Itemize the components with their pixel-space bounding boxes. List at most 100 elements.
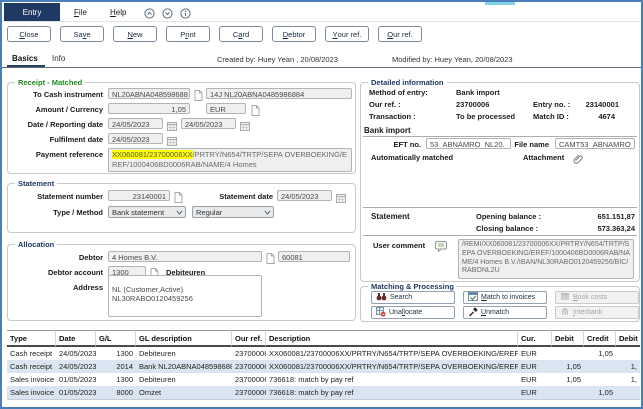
unmatch-icon [468,307,478,319]
column-header[interactable]: GL description [136,330,232,347]
receipt-matched-group-title: Receipt - Matched [15,78,85,87]
cell [552,347,584,360]
document-lookup-icon[interactable] [251,103,260,121]
save-button[interactable]: Save [60,26,104,42]
cell: 23700006 [232,347,266,360]
statement-date-field[interactable]: 24/05/2023 [277,190,332,201]
paperclip-icon[interactable] [573,152,584,170]
method-of-entry-label: Method of entry: [369,88,428,97]
table-row[interactable]: Cash receipt 24/05/2023 1300 Debiteuren … [7,347,640,360]
allocation-group: Allocation Debtor 4 Homes B.V. 60081 Deb… [7,244,356,321]
cell: 1, [616,360,640,373]
cell: XX060081/23700006XX/PRTRY/N654/TRTP/SEPA… [266,347,518,360]
cell: 1,05 [584,386,616,399]
menu-file[interactable]: File [74,3,87,21]
transactions-table: Type Date G/L GL description Our ref. De… [7,330,640,400]
statement-method-select[interactable]: Regular [192,206,274,218]
divider [363,136,637,137]
cell: 736618: match by pay ref [266,373,518,386]
card-button[interactable]: Card [219,26,263,42]
our-ref-value: 23700006 [456,100,489,109]
address-line-1: NL (Customer,Active) [112,285,258,294]
cell [616,347,640,360]
menubar: Entry File Help [2,2,641,22]
our-ref-button[interactable]: Our ref. [378,26,422,42]
reporting-date-field[interactable]: 24/05/2023 [181,118,236,129]
column-header[interactable]: G/L [96,330,136,347]
tab-info[interactable]: Info [52,54,65,63]
column-header[interactable]: Description [266,330,518,347]
payment-reference-field[interactable]: XX060081/23700006XX/PRTRY/N654/TRTP/SEPA… [108,148,352,172]
column-header[interactable]: Credit [584,330,616,347]
amount-field[interactable]: 1,05 [108,103,190,114]
document-lookup-icon[interactable] [194,88,203,106]
info-circle-icon[interactable] [180,6,191,24]
book-costs-button: Book costs [555,291,639,304]
unmatch-button[interactable]: Unmatch [463,306,547,319]
cell: 1,05 [584,347,616,360]
cell: Sales invoice [7,373,56,386]
search-button[interactable]: Search [371,291,455,304]
modified-by-text: Modified by: Huey Yean, 20/08/2023 [392,55,513,64]
user-comment-field[interactable]: /REMI/XX060081/23700006XX/PRTRY/N654/TRT… [458,239,634,279]
debtor-account-label: Debtor account [8,268,103,277]
column-header[interactable]: Date [56,330,96,347]
closing-balance-value: 573.363,24 [561,224,635,233]
address-field[interactable]: NL (Customer,Active) NL30RABO0120459256 [108,275,262,317]
table-row[interactable]: Sales invoice 01/05/2023 8000 Omzet 2370… [7,386,640,399]
unallocate-button[interactable]: Unallocate [371,306,455,319]
cell: Cash receipt [7,347,56,360]
table-row[interactable]: Cash receipt 24/05/2023 2014 Bank NL20AB… [7,360,640,373]
method-of-entry-value: Bank import [456,88,500,97]
chevron-up-circle-icon[interactable] [144,6,155,24]
cell: EUR [518,373,552,386]
column-header[interactable]: Cur. [518,330,552,347]
our-ref-label: Our ref. : [369,100,401,109]
table-row[interactable]: Sales invoice 01/05/2023 1300 Debiteuren… [7,373,640,386]
tab-basics[interactable]: Basics [12,54,38,63]
address-line-2: NL30RABO0120459256 [112,294,258,303]
debtor-field[interactable]: 4 Homes B.V. [108,251,262,262]
statement-section-label: Statement [371,212,410,221]
column-header[interactable]: Type [7,330,56,347]
cell: 01/05/2023 [56,373,96,386]
user-comment-label: User comment [373,241,425,250]
cash-instrument-field[interactable]: NL20ABNA048598688 [108,88,190,99]
cell: 736618: match by pay ref [266,386,518,399]
statement-type-value: Bank statement [112,208,164,217]
cell: XX060081/23700006XX/PRTRY/N654/TRTP/SEPA… [266,360,518,373]
detailed-information-group: Detailed information Method of entry: Ba… [360,82,640,282]
column-header[interactable]: Debit [552,330,584,347]
cell [584,360,616,373]
new-button[interactable]: New [113,26,157,42]
menu-entry[interactable]: Entry [4,3,60,21]
matching-processing-group-title: Matching & Processing [368,282,457,291]
statement-group-title: Statement [15,179,57,188]
currency-field[interactable]: EUR [206,103,246,114]
fulfilment-date-field[interactable]: 24/05/2023 [108,133,163,144]
calendar-icon[interactable] [240,118,250,136]
menu-help[interactable]: Help [110,3,126,21]
print-button[interactable]: Print [166,26,210,42]
column-header[interactable]: Debit ( [616,330,640,347]
chevron-down-circle-icon[interactable] [162,6,173,24]
book-costs-button-label: Book costs [573,294,607,301]
calendar-icon[interactable] [336,190,346,208]
statement-date-label: Statement date [188,192,273,201]
your-ref-button[interactable]: Your ref. [325,26,369,42]
cell: 1,05 [552,373,584,386]
date-field[interactable]: 24/05/2023 [108,118,163,129]
cell: 1300 [96,373,136,386]
comment-icon[interactable] [435,239,447,257]
document-lookup-icon[interactable] [266,251,275,269]
cell: 1, [616,373,640,386]
debtor-button[interactable]: Debtor [272,26,316,42]
match-to-invoices-button[interactable]: Match to invoices [463,291,547,304]
statement-type-select[interactable]: Bank statement [108,206,186,218]
file-name-field[interactable]: CAMT53_ABNAMRO_N [555,138,635,149]
fulfilment-date-label: Fulfilment date [8,135,103,144]
close-button[interactable]: Close [7,26,51,42]
statement-number-field[interactable]: 23140001 [108,190,170,201]
column-header[interactable]: Our ref. [232,330,266,347]
receipt-matched-group: Receipt - Matched To Cash instrument NL2… [7,82,356,174]
